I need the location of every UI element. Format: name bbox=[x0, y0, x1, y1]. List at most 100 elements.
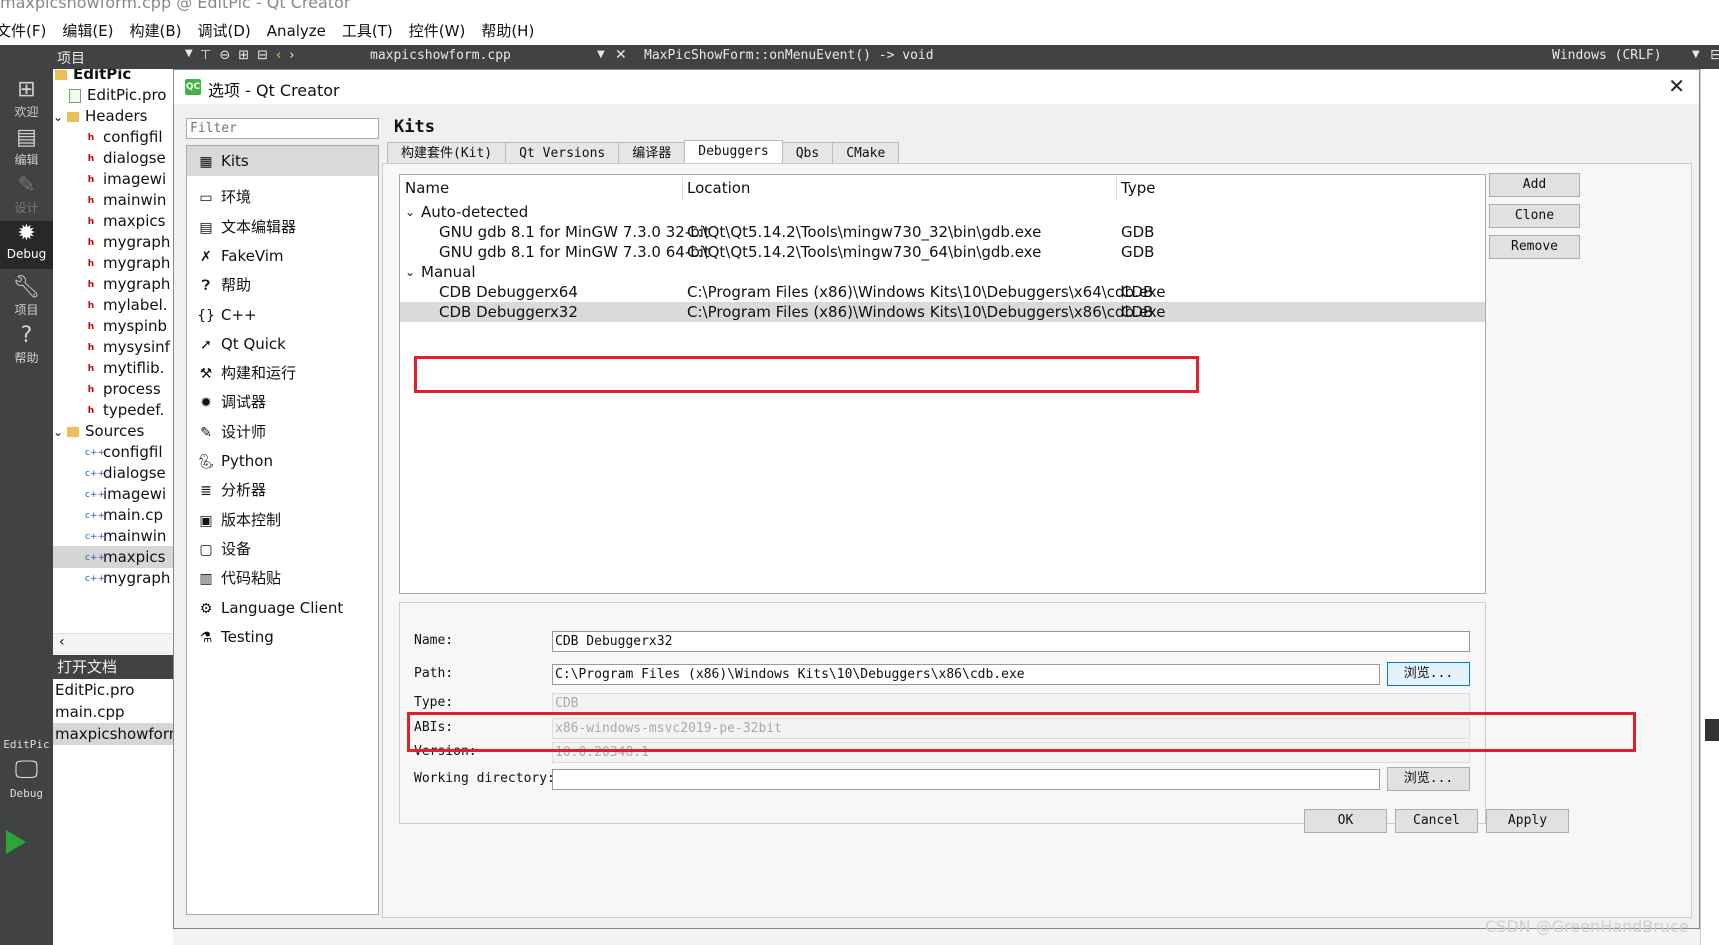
table-row[interactable]: CDB Debuggerx64 C:\Program Files (x86)\W… bbox=[400, 282, 1485, 302]
close-document-icon[interactable]: ✕ bbox=[615, 47, 627, 63]
close-icon[interactable]: ✕ bbox=[1668, 74, 1685, 98]
category-item[interactable]: ✗ FakeVim bbox=[187, 241, 378, 271]
category-item[interactable]: 🐍︎ Python bbox=[187, 446, 378, 476]
category-item[interactable]: ✎ 设计师 bbox=[187, 417, 378, 447]
tree-item[interactable]: h mysysinf bbox=[53, 336, 173, 358]
cancel-button[interactable]: Cancel bbox=[1395, 809, 1478, 833]
tree-item[interactable]: h mytiflib. bbox=[53, 357, 173, 379]
tree-root[interactable]: EditPic bbox=[53, 69, 173, 85]
menu-debug[interactable]: 调试(D) bbox=[190, 20, 259, 41]
category-item[interactable]: {} C++ bbox=[187, 300, 378, 330]
category-item[interactable]: ⚙ Language Client bbox=[187, 593, 378, 623]
menu-tools[interactable]: 工具(T) bbox=[334, 20, 401, 41]
browse-path-button[interactable]: 浏览... bbox=[1387, 662, 1470, 686]
browse-workdir-button[interactable]: 浏览... bbox=[1387, 767, 1470, 791]
open-document-item[interactable]: maxpicshowform bbox=[53, 723, 173, 745]
tree-folder-headers[interactable]: ⌄ Headers bbox=[53, 105, 173, 127]
ok-button[interactable]: OK bbox=[1304, 809, 1387, 833]
category-item[interactable]: ▢ 设备 bbox=[187, 534, 378, 564]
path-field[interactable]: C:\Program Files (x86)\Windows Kits\10\D… bbox=[552, 664, 1380, 685]
working-directory-field[interactable] bbox=[552, 769, 1380, 790]
category-item[interactable]: ▤ 文本编辑器 bbox=[187, 212, 378, 242]
tree-item[interactable]: c++main.cp bbox=[53, 504, 173, 526]
remove-button[interactable]: Remove bbox=[1489, 235, 1580, 259]
tree-item[interactable]: h process bbox=[53, 378, 173, 400]
tab-qt-versions[interactable]: Qt Versions bbox=[505, 142, 620, 164]
tree-item[interactable]: c++maxpics bbox=[53, 546, 173, 568]
chevron-down-icon[interactable]: ⌄ bbox=[53, 421, 67, 443]
collapse-icon[interactable]: ⊟ bbox=[257, 48, 268, 63]
mode-projects[interactable]: 🔧︎ 项目 bbox=[0, 275, 53, 318]
group-row-manual[interactable]: ⌄ Manual bbox=[400, 262, 1485, 282]
chevron-down-icon[interactable]: ▼ bbox=[185, 48, 193, 59]
mode-debug[interactable]: ✹ Debug bbox=[0, 221, 53, 269]
tree-item[interactable]: EditPic.pro bbox=[53, 84, 173, 106]
mode-design[interactable]: ✎ 设计 bbox=[0, 173, 53, 216]
kit-selector[interactable]: EditPic 🖵︎ Debug bbox=[0, 738, 53, 800]
category-item[interactable]: ⚒ 构建和运行 bbox=[187, 358, 378, 388]
tree-folder-sources[interactable]: ⌄ Sources bbox=[53, 420, 173, 442]
tab-debuggers[interactable]: Debuggers bbox=[684, 140, 783, 164]
category-item[interactable]: ▦ Kits bbox=[187, 146, 378, 176]
table-row[interactable]: GNU gdb 8.1 for MinGW 7.3.0 64-bit C:\Qt… bbox=[400, 242, 1485, 262]
chevron-down-icon[interactable]: ⌄ bbox=[405, 202, 415, 222]
menu-analyze[interactable]: Analyze bbox=[259, 22, 334, 40]
category-item[interactable]: ➚ Qt Quick bbox=[187, 329, 378, 359]
forward-icon[interactable]: › bbox=[289, 48, 294, 63]
tab-compilers[interactable]: 编译器 bbox=[618, 142, 686, 164]
horizontal-scrollbar[interactable]: ‹ bbox=[53, 633, 173, 651]
column-header-name[interactable]: Name bbox=[405, 179, 449, 197]
project-view-selector[interactable]: 项目 bbox=[57, 48, 85, 68]
tree-item[interactable]: h configfil bbox=[53, 126, 173, 148]
table-row[interactable]: GNU gdb 8.1 for MinGW 7.3.0 32-bit C:\Qt… bbox=[400, 222, 1485, 242]
open-document-item[interactable]: EditPic.pro bbox=[53, 679, 173, 701]
tree-item[interactable]: h mygraph bbox=[53, 231, 173, 253]
tab-qbs[interactable]: Qbs bbox=[781, 142, 834, 164]
tree-item[interactable]: c++mainwin bbox=[53, 525, 173, 547]
run-button[interactable] bbox=[6, 830, 26, 854]
column-header-type[interactable]: Type bbox=[1121, 179, 1155, 197]
category-item[interactable]: ▣ 版本控制 bbox=[187, 505, 378, 535]
open-document-item[interactable]: main.cpp bbox=[53, 701, 173, 723]
line-ending-selector[interactable]: Windows (CRLF) bbox=[1552, 48, 1662, 63]
link-icon[interactable]: ⊖ bbox=[219, 48, 230, 63]
filter-input[interactable] bbox=[186, 118, 379, 139]
mode-help[interactable]: ? 帮助 bbox=[0, 323, 53, 366]
mode-edit[interactable]: ▤ 编辑 bbox=[0, 125, 53, 168]
open-file-selector[interactable]: maxpicshowform.cpp bbox=[370, 48, 511, 63]
tree-item[interactable]: h mainwin bbox=[53, 189, 173, 211]
tree-item[interactable]: c++mygraph bbox=[53, 567, 173, 589]
tree-item[interactable]: h mylabel. bbox=[53, 294, 173, 316]
category-item[interactable]: ❓︎ 帮助 bbox=[187, 270, 378, 300]
category-item[interactable]: ✹ 调试器 bbox=[187, 387, 378, 417]
name-field[interactable]: CDB Debuggerx32 bbox=[552, 631, 1470, 652]
category-item[interactable]: ⚗ Testing bbox=[187, 622, 378, 652]
menu-build[interactable]: 构建(B) bbox=[122, 20, 190, 41]
clone-button[interactable]: Clone bbox=[1489, 204, 1580, 228]
chevron-down-icon[interactable]: ▼ bbox=[1692, 49, 1700, 60]
group-row-auto-detected[interactable]: ⌄ Auto-detected bbox=[400, 202, 1485, 222]
tree-item[interactable]: h imagewi bbox=[53, 168, 173, 190]
tree-item[interactable]: c++dialogse bbox=[53, 462, 173, 484]
apply-button[interactable]: Apply bbox=[1486, 809, 1569, 833]
back-icon[interactable]: ‹ bbox=[276, 48, 281, 63]
category-item[interactable]: ≣ 分析器 bbox=[187, 475, 378, 505]
menu-edit[interactable]: 编辑(E) bbox=[54, 20, 121, 41]
tree-item[interactable]: h dialogse bbox=[53, 147, 173, 169]
tree-item[interactable]: h myspinb bbox=[53, 315, 173, 337]
category-item[interactable]: ▥ 代码粘贴 bbox=[187, 563, 378, 593]
chevron-down-icon[interactable]: ⌄ bbox=[405, 262, 415, 282]
tree-item[interactable]: h maxpics bbox=[53, 210, 173, 232]
tree-item[interactable]: h typedef. bbox=[53, 399, 173, 421]
filter-icon[interactable]: ⊤ bbox=[200, 48, 211, 63]
tab-cmake[interactable]: CMake bbox=[832, 142, 900, 164]
tree-item[interactable]: h mygraph bbox=[53, 273, 173, 295]
menu-help[interactable]: 帮助(H) bbox=[473, 20, 542, 41]
tree-item[interactable]: c++imagewi bbox=[53, 483, 173, 505]
table-row-selected[interactable]: CDB Debuggerx32 C:\Program Files (x86)\W… bbox=[400, 302, 1485, 322]
chevron-down-icon[interactable]: ⌄ bbox=[53, 106, 67, 128]
menu-window[interactable]: 控件(W) bbox=[401, 20, 474, 41]
column-header-location[interactable]: Location bbox=[687, 179, 750, 197]
split-view-icon[interactable]: ⊟ bbox=[1710, 47, 1719, 63]
menu-file[interactable]: 文件(F) bbox=[0, 20, 54, 41]
